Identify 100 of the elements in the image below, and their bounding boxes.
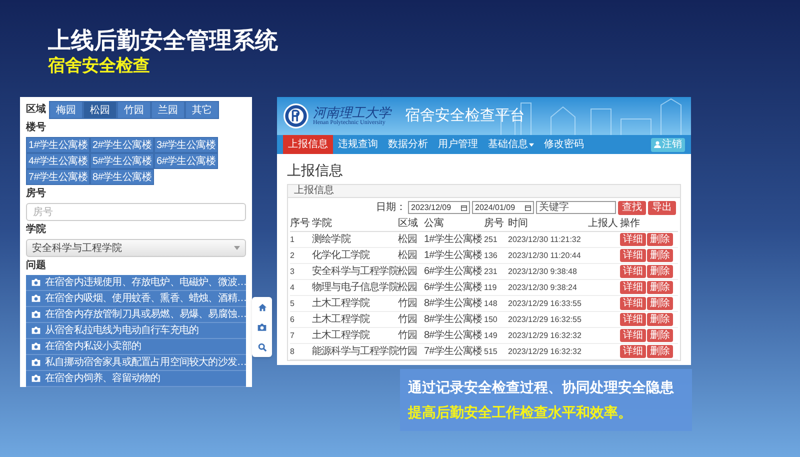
room-input-field[interactable]: 房号 <box>26 203 246 221</box>
problem-item[interactable]: 在宿舍内吸烟、使用蚊香、熏香、蜡烛、酒精… <box>26 291 246 307</box>
field-label: 日期： <box>376 200 406 215</box>
table-cell-text: 5 <box>290 298 296 309</box>
table-cell-text: 149 <box>484 330 498 341</box>
problem-item[interactable]: 在宿舍内存放管制刀具或易燃、易爆、易腐蚀… <box>26 307 246 323</box>
table-cell-text: 8#学生公寓楼 <box>424 314 484 325</box>
nav-tab[interactable]: 违规查询 <box>333 135 383 154</box>
table-cell-text: 2023/12/29 16:32:32 <box>508 346 582 357</box>
caret-icon <box>529 142 534 146</box>
nav-tab[interactable]: 用户管理 <box>433 135 483 154</box>
table-cell-text: 竹园 <box>398 298 418 309</box>
column-header: 学院 <box>312 218 333 230</box>
camera-icon <box>31 326 41 335</box>
nav-tab[interactable]: 基础信息 <box>483 135 539 154</box>
user-icon <box>654 141 661 148</box>
table-cell-text: 8 <box>290 346 296 357</box>
building-button[interactable]: 4#学生公寓楼 <box>26 153 90 169</box>
row-action-button[interactable]: 删除 <box>647 297 673 310</box>
row-action-button[interactable]: 详细 <box>620 297 646 310</box>
table-cell-text: 1#学生公寓楼 <box>424 234 484 245</box>
problem-item[interactable]: 在宿舍内饲养、容留动物的 <box>26 371 246 387</box>
nav-tab[interactable]: 上报信息 <box>283 135 333 154</box>
region-tab[interactable]: 松园 <box>83 101 117 119</box>
row-action-button[interactable]: 删除 <box>647 233 673 246</box>
column-header: 区域 <box>398 218 419 230</box>
app-title: 宿舍安全检查平台 <box>405 106 525 126</box>
field-label: 楼号 <box>26 122 47 134</box>
row-action-button[interactable]: 详细 <box>620 265 646 278</box>
field-label: 学院 <box>26 224 47 236</box>
camera-icon[interactable] <box>257 322 267 332</box>
row-action-button[interactable]: 详细 <box>620 249 646 262</box>
table-cell-text: 竹园 <box>398 314 418 325</box>
column-header: 时间 <box>508 218 529 230</box>
row-action-button[interactable]: 删除 <box>647 281 673 294</box>
table-cell-text: 土木工程学院 <box>312 330 371 341</box>
nav-tab[interactable]: 修改密码 <box>539 135 589 154</box>
region-tab[interactable]: 兰园 <box>151 101 185 119</box>
table-cell-text: 4 <box>290 282 296 293</box>
building-button[interactable]: 6#学生公寓楼 <box>154 153 218 169</box>
nav-tab[interactable]: 数据分析 <box>383 135 433 154</box>
problem-item[interactable]: 私自挪动宿舍家具或配置占用空间较大的沙发… <box>26 355 246 371</box>
table-cell: 能源科学与工程学院 <box>312 346 398 357</box>
row-action-button[interactable]: 删除 <box>647 313 673 326</box>
column-header: 公寓 <box>424 218 445 230</box>
problem-item[interactable]: 从宿舍私拉电线为电动自行车充电的 <box>26 323 246 339</box>
table-cell-text: 竹园 <box>398 330 418 341</box>
table-cell-text: 松园 <box>398 234 418 245</box>
college-select[interactable]: 安全科学与工程学院 <box>26 239 246 257</box>
row-action-button[interactable]: 详细 <box>620 233 646 246</box>
table-cell-text: 土木工程学院 <box>312 298 371 309</box>
row-action-button[interactable]: 删除 <box>647 249 673 262</box>
table-cell-text: 松园 <box>398 266 418 277</box>
row-action-button[interactable]: 详细 <box>620 281 646 294</box>
row-action-button[interactable]: 删除 <box>647 345 673 358</box>
field-label: 区域 <box>26 104 46 116</box>
building-button[interactable]: 2#学生公寓楼 <box>90 137 154 153</box>
building-button[interactable]: 1#学生公寓楼 <box>26 137 90 153</box>
region-tab[interactable]: 梅园 <box>49 101 83 119</box>
table-cell-text: 2023/12/29 16:32:32 <box>508 330 582 341</box>
date-field[interactable]: 2024/01/09 <box>472 201 534 214</box>
column-header: 上报人 <box>588 218 619 230</box>
date-field[interactable]: 2023/12/09 <box>408 201 470 214</box>
slide-title: 上线后勤安全管理系统 <box>48 26 278 55</box>
home-icon[interactable] <box>258 302 266 312</box>
row-action-button[interactable]: 详细 <box>620 329 646 342</box>
table-cell-text: 2023/12/30 11:21:32 <box>508 234 582 245</box>
region-tab[interactable]: 其它 <box>185 101 219 119</box>
camera-icon <box>31 358 41 367</box>
filter-button[interactable]: 导出 <box>648 200 676 214</box>
camera-icon <box>31 342 41 351</box>
building-button[interactable]: 5#学生公寓楼 <box>90 153 154 169</box>
table-cell-text: 515 <box>484 346 498 357</box>
table-cell-text: 8#学生公寓楼 <box>424 330 484 341</box>
table-cell-text: 2023/12/29 16:33:55 <box>508 298 582 309</box>
callout-highlight-text: 提高后勤安全工作检查水平和效率。 <box>408 403 633 422</box>
page-title: 上报信息 <box>287 161 344 180</box>
row-action-button[interactable]: 详细 <box>620 345 646 358</box>
region-tab[interactable]: 竹园 <box>117 101 151 119</box>
building-button[interactable]: 7#学生公寓楼 <box>26 169 90 185</box>
camera-icon <box>31 374 41 383</box>
field-label: 房号 <box>26 188 47 200</box>
building-button[interactable]: 8#学生公寓楼 <box>90 169 154 185</box>
column-header: 序号 <box>290 218 311 230</box>
filter-button[interactable]: 查找 <box>618 200 646 214</box>
table-cell-text: 148 <box>484 298 498 309</box>
search-icon[interactable] <box>258 342 266 352</box>
problem-item[interactable]: 在宿舍内违规使用、存放电炉、电磁炉、微波… <box>26 275 246 291</box>
table-cell-text: 松园 <box>398 282 418 293</box>
row-action-button[interactable]: 删除 <box>647 329 673 342</box>
table-cell-text: 231 <box>484 266 498 277</box>
row-action-button[interactable]: 详细 <box>620 313 646 326</box>
building-button[interactable]: 3#学生公寓楼 <box>154 137 218 153</box>
table-cell-text: 6#学生公寓楼 <box>424 282 484 293</box>
problem-item[interactable]: 在宿舍内私设小卖部的 <box>26 339 246 355</box>
panel-title: 上报信息 <box>294 186 334 196</box>
logout-button[interactable]: 注销 <box>651 138 685 152</box>
table-cell-text: 251 <box>484 234 498 245</box>
table-cell: 安全科学与工程学院 <box>312 266 398 277</box>
row-action-button[interactable]: 删除 <box>647 265 673 278</box>
